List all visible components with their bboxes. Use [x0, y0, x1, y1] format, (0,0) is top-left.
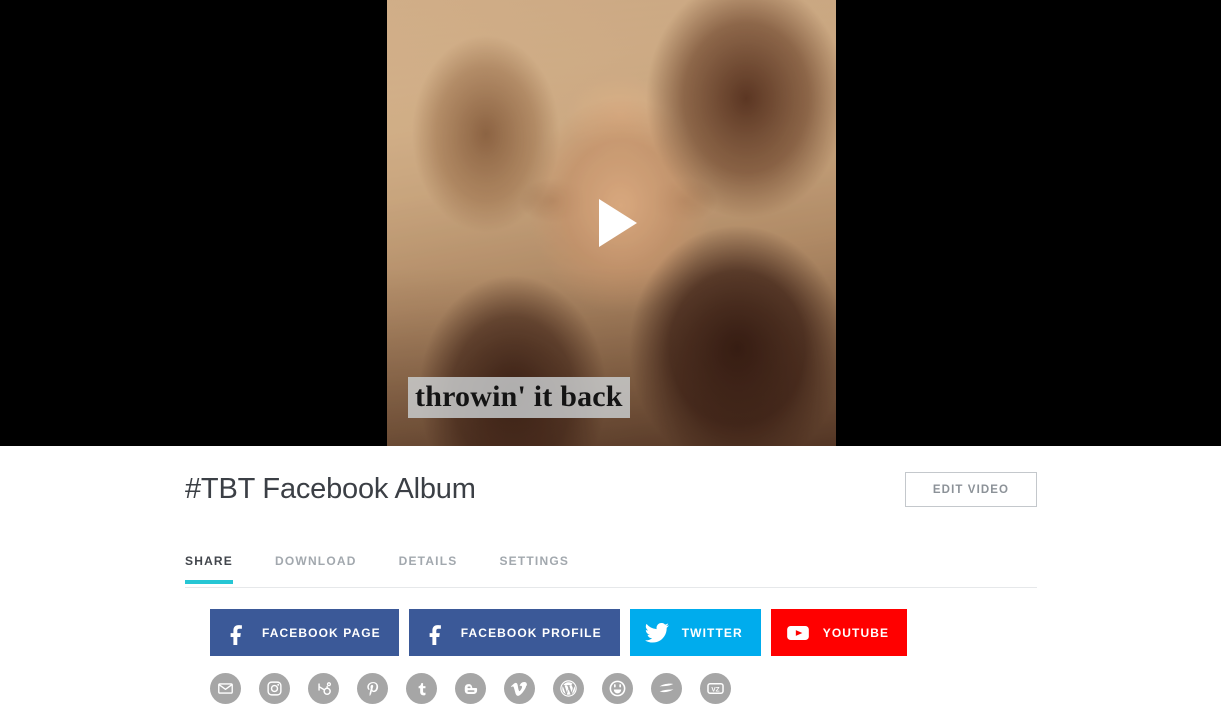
- vimeo-icon: [511, 680, 528, 697]
- share-button-label: FACEBOOK PROFILE: [460, 625, 602, 640]
- share-hubspot-button[interactable]: [308, 673, 339, 704]
- twitter-icon: [644, 620, 670, 646]
- edit-video-button[interactable]: EDIT VIDEO: [905, 472, 1037, 507]
- tab-details[interactable]: DETAILS: [399, 554, 458, 584]
- share-pinterest-button[interactable]: [357, 673, 388, 704]
- share-viddler-button[interactable]: VZ: [700, 673, 731, 704]
- svg-text:VZ: VZ: [711, 686, 719, 693]
- blogger-icon: [462, 680, 480, 698]
- share-wistia-button[interactable]: [651, 673, 682, 704]
- share-button-label: TWITTER: [681, 625, 743, 640]
- tab-share[interactable]: SHARE: [185, 554, 234, 584]
- hubspot-icon: [315, 680, 333, 698]
- tab-settings[interactable]: SETTINGS: [499, 554, 569, 584]
- share-instagram-button[interactable]: [259, 673, 290, 704]
- youtube-icon: [785, 620, 811, 646]
- primary-share-buttons: FACEBOOK PAGE FACEBOOK PROFILE TWITTER Y…: [210, 609, 908, 656]
- tumblr-icon: [414, 681, 430, 697]
- facebook-icon: [423, 620, 449, 646]
- title-row: #TBT Facebook Album EDIT VIDEO: [185, 472, 1037, 507]
- video-caption: throwin' it back: [408, 377, 630, 418]
- page-title: #TBT Facebook Album: [185, 473, 476, 506]
- share-wordpress-button[interactable]: [553, 673, 584, 704]
- share-button-label: FACEBOOK PAGE: [262, 625, 381, 640]
- secondary-share-icons: VZ: [210, 673, 731, 704]
- share-facebook-profile-button[interactable]: FACEBOOK PROFILE: [408, 609, 620, 656]
- play-button[interactable]: [574, 185, 650, 261]
- share-blogger-button[interactable]: [455, 673, 486, 704]
- viddler-icon: VZ: [705, 678, 726, 699]
- wordpress-icon: [559, 679, 578, 698]
- share-email-button[interactable]: [210, 673, 241, 704]
- share-smugmug-button[interactable]: [602, 673, 633, 704]
- facebook-icon: [224, 620, 250, 646]
- share-tumblr-button[interactable]: [406, 673, 437, 704]
- share-vimeo-button[interactable]: [504, 673, 535, 704]
- instagram-icon: [266, 680, 283, 697]
- share-facebook-page-button[interactable]: FACEBOOK PAGE: [210, 609, 399, 656]
- share-twitter-button[interactable]: TWITTER: [629, 609, 761, 656]
- wistia-icon: [657, 679, 676, 698]
- share-button-label: YOUTUBE: [822, 625, 890, 640]
- email-icon: [217, 680, 234, 697]
- pinterest-icon: [364, 680, 382, 698]
- share-youtube-button[interactable]: YOUTUBE: [770, 609, 908, 656]
- video-player[interactable]: throwin' it back: [387, 0, 836, 446]
- tab-bar: SHARE DOWNLOAD DETAILS SETTINGS: [185, 554, 1037, 588]
- video-detail-panel: #TBT Facebook Album EDIT VIDEO SHARE DOW…: [0, 446, 1221, 726]
- smugmug-icon: [608, 679, 627, 698]
- tab-download[interactable]: DOWNLOAD: [275, 554, 357, 584]
- tab-divider: [185, 587, 1037, 588]
- player-letterbox: throwin' it back: [0, 0, 1221, 446]
